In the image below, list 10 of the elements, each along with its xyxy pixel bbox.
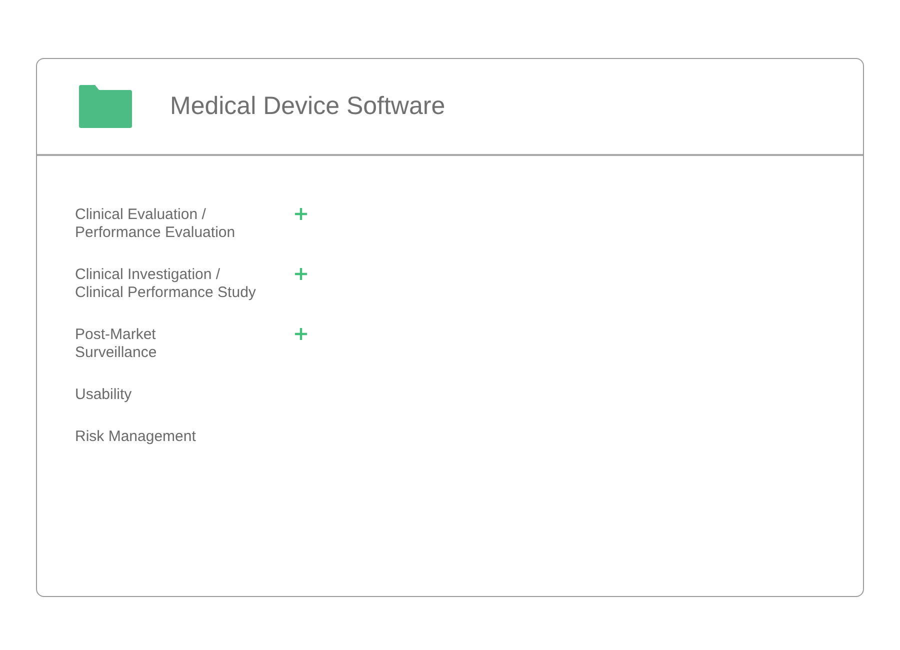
menu-item[interactable]: Risk Management (75, 428, 293, 446)
plus-icon[interactable] (295, 328, 307, 340)
menu-item[interactable]: Usability (75, 386, 293, 404)
plus-icon[interactable] (295, 268, 307, 280)
plus-icon[interactable] (295, 208, 307, 220)
folder-icon (79, 85, 132, 128)
menu-item[interactable]: Post-Market Surveillance (75, 326, 293, 362)
menu-item[interactable]: Clinical Evaluation / Performance Evaluation (75, 206, 293, 242)
menu-item[interactable]: Clinical Investigation / Clinical Performance Study (75, 266, 293, 302)
header-title: Medical Device Software (170, 90, 446, 122)
